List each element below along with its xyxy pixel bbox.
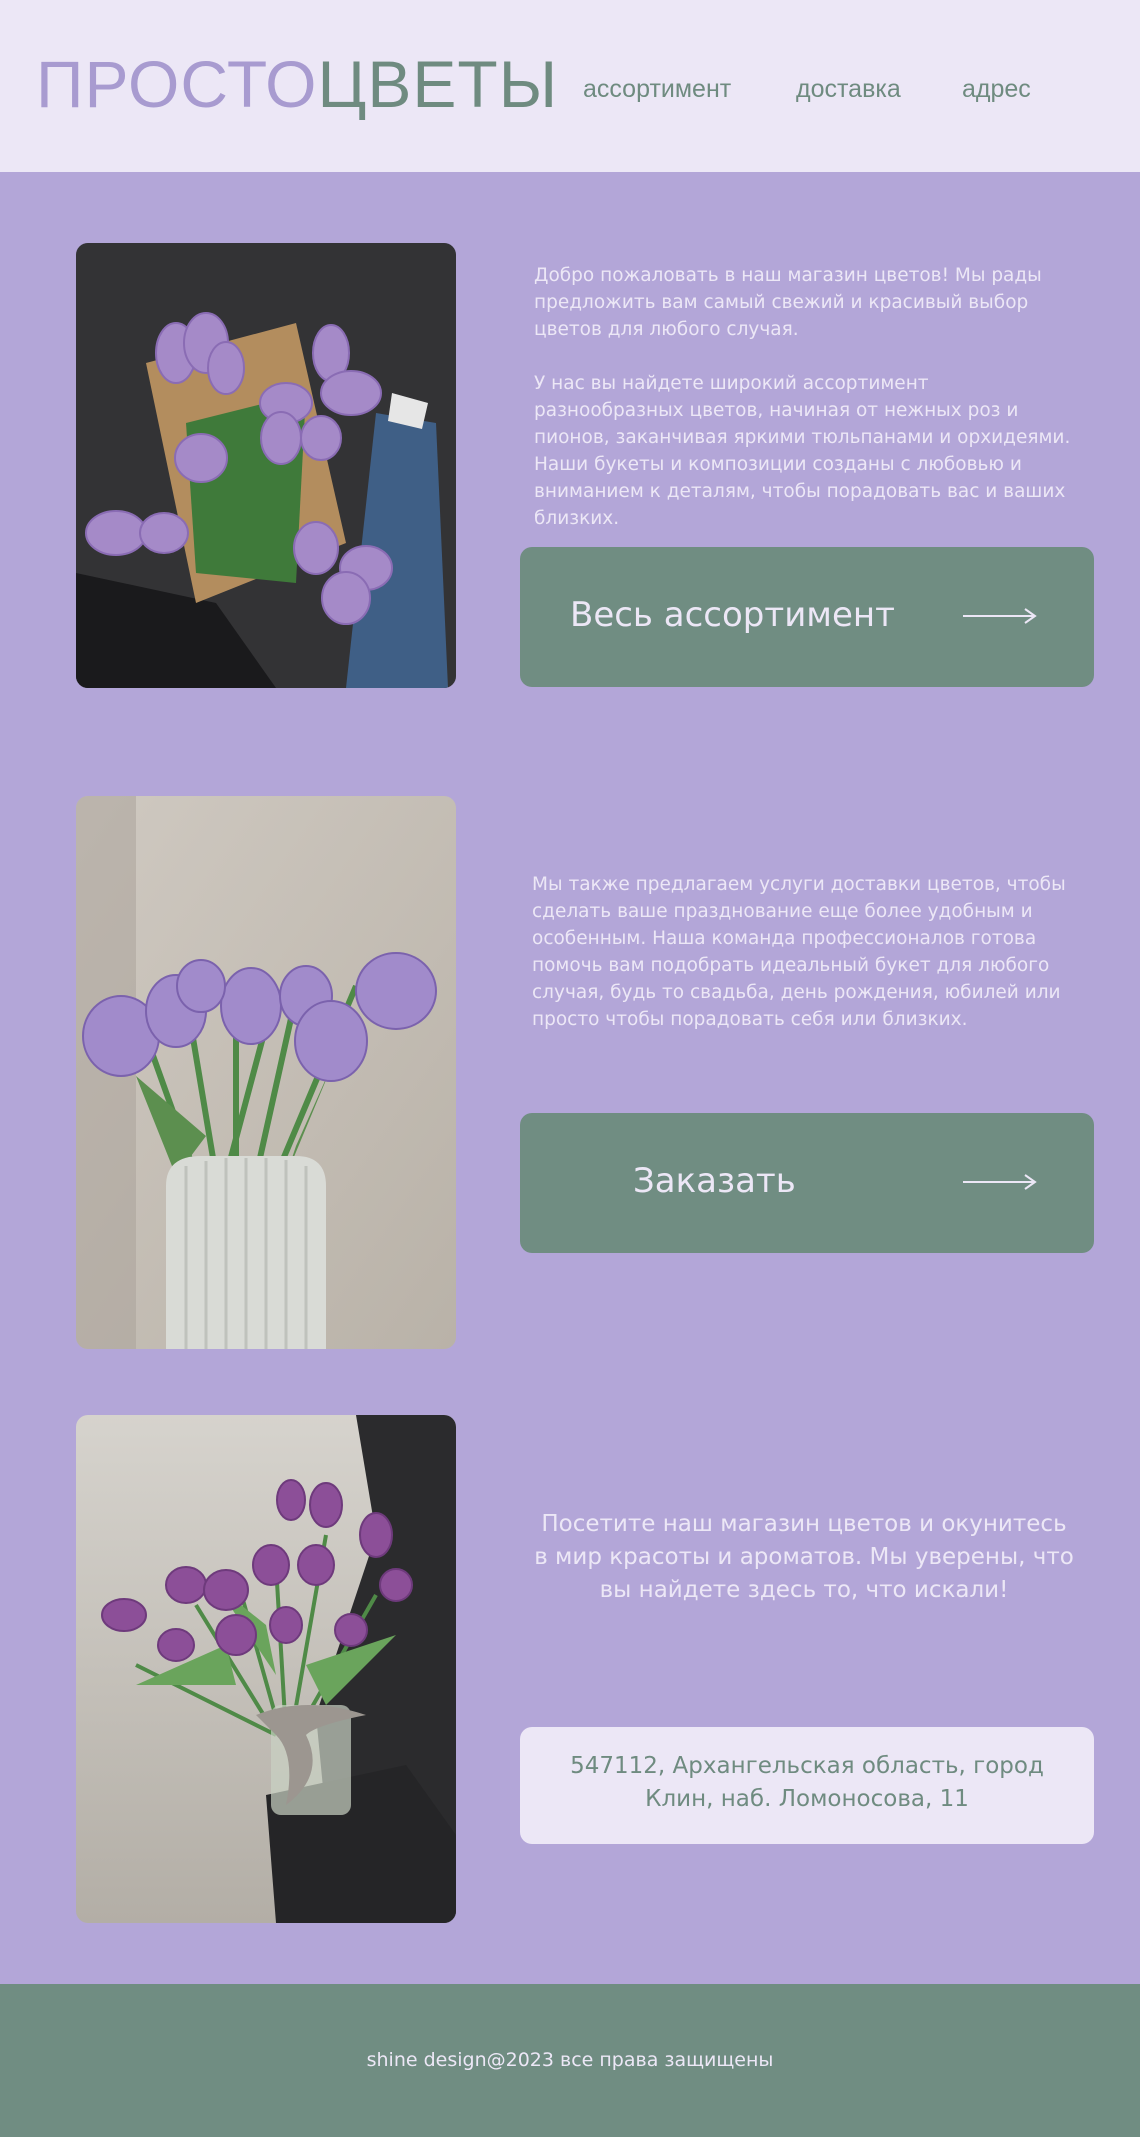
tulips-in-vase-photo	[76, 796, 456, 1349]
site-header: ПРОСТОЦВЕТЫ ассортимент доставка адрес	[0, 0, 1140, 172]
visit-paragraph: Посетите наш магазин цветов и окунитесь …	[534, 1511, 1074, 1603]
logo-part-prosto: ПРОСТО	[36, 47, 318, 121]
order-button[interactable]: Заказать	[520, 1113, 1094, 1253]
nav-assortment-link[interactable]: ассортимент	[583, 72, 731, 106]
order-button-label: Заказать	[633, 1161, 796, 1201]
address-text: 547112, Архангельская область, город Кли…	[570, 1753, 1044, 1812]
nav-address-link[interactable]: адрес	[962, 72, 1031, 106]
copyright-text: shine design@2023 все права защищены	[366, 2049, 774, 2071]
arrow-right-icon	[963, 608, 1037, 624]
welcome-paragraph: Добро пожаловать в наш магазин цветов! М…	[534, 265, 1042, 340]
logo[interactable]: ПРОСТОЦВЕТЫ	[36, 44, 558, 124]
assortment-paragraph: У нас вы найдете широкий ассортимент раз…	[534, 373, 1071, 529]
tulip-bouquet-photo	[76, 243, 456, 688]
arrow-right-icon	[963, 1174, 1037, 1190]
nav-delivery-link[interactable]: доставка	[796, 72, 901, 106]
delivery-paragraph: Мы также предлагаем услуги доставки цвет…	[532, 874, 1066, 1030]
logo-part-tsvety: ЦВЕТЫ	[317, 47, 559, 121]
site-footer: shine design@2023 все права защищены	[0, 1984, 1140, 2137]
all-assortment-button[interactable]: Весь ассортимент	[520, 547, 1094, 687]
address-card: 547112, Архангельская область, город Кли…	[520, 1727, 1094, 1844]
tulips-glass-vase-photo	[76, 1415, 456, 1923]
all-assortment-button-label: Весь ассортимент	[570, 595, 895, 635]
